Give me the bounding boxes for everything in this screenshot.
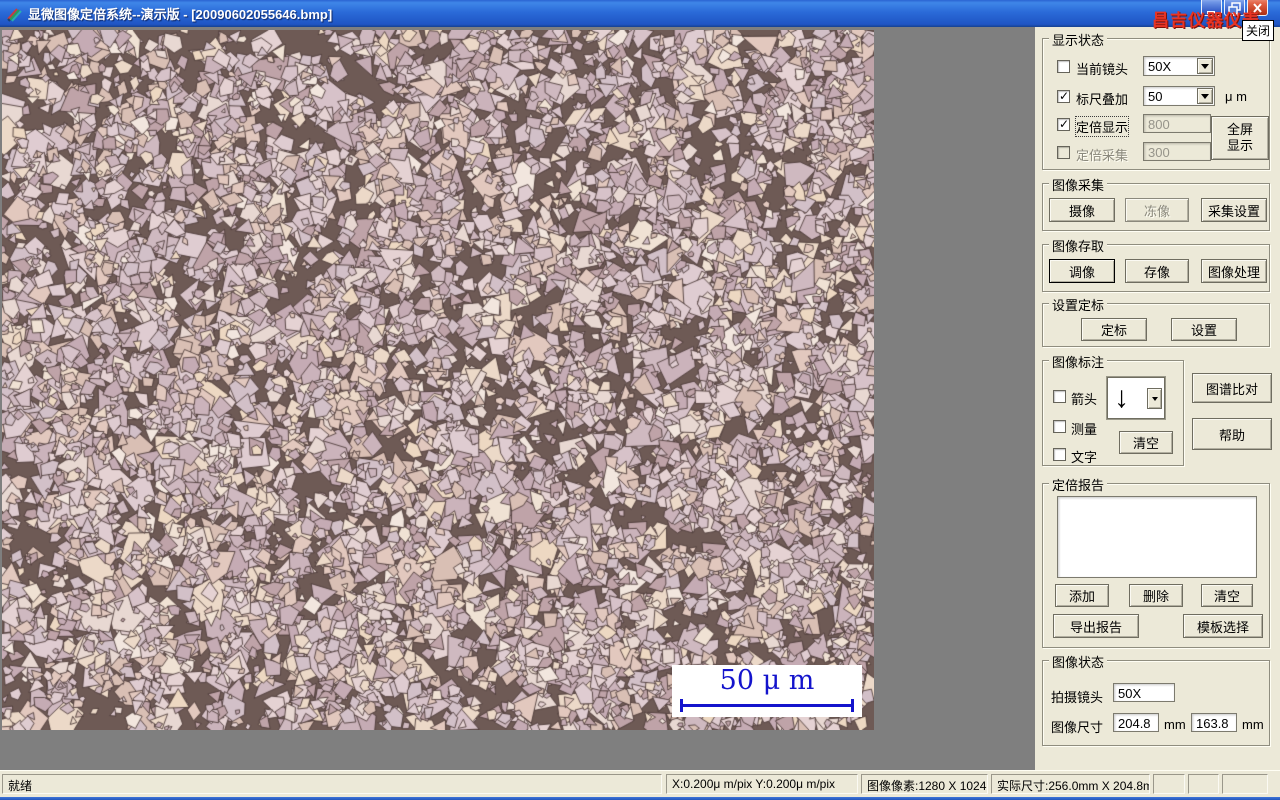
status-empty-panel: [1153, 774, 1185, 794]
height-value-input[interactable]: 163.8: [1191, 713, 1237, 732]
fixed-display-input: 800: [1143, 114, 1211, 133]
capture-settings-button[interactable]: 采集设置: [1201, 198, 1267, 222]
save-image-button[interactable]: 存像: [1125, 259, 1189, 283]
arrow-style-picker[interactable]: ↓: [1107, 377, 1165, 419]
image-process-button[interactable]: 图像处理: [1201, 259, 1267, 283]
help-button[interactable]: 帮助: [1192, 418, 1272, 450]
report-add-button[interactable]: 添加: [1055, 584, 1109, 607]
height-unit: mm: [1242, 717, 1264, 732]
group-image-storage: 图像存取 调像 存像 图像处理: [1042, 236, 1270, 292]
group-title: 图像状态: [1049, 652, 1108, 671]
scale-overlay-checkbox[interactable]: [1057, 89, 1070, 103]
scale-bar-label: 50 μ m: [719, 665, 815, 696]
app-icon: [7, 7, 22, 22]
down-arrow-icon: ↓: [1114, 381, 1129, 414]
width-unit: mm: [1164, 717, 1186, 732]
status-ready: 就绪: [2, 774, 662, 794]
group-calibration: 设置定标 定标 设置: [1042, 295, 1270, 347]
current-lens-checkbox[interactable]: [1057, 60, 1070, 73]
group-title: 图像采集: [1049, 175, 1108, 194]
template-select-button[interactable]: 模板选择: [1183, 614, 1263, 638]
image-viewport[interactable]: 50 μ m: [2, 30, 874, 730]
report-delete-button[interactable]: 删除: [1129, 584, 1183, 607]
app-window: 显微图像定倍系统--演示版 - [20090602055646.bmp] 昌吉仪…: [0, 0, 1280, 800]
group-annotation: 图像标注 箭头 ↓ 测量 清空 文字: [1042, 352, 1184, 466]
client-area: 50 μ m 显示状态 当前镜头 50X 标尺叠加 50: [0, 27, 1280, 770]
lens-value-input[interactable]: 50X: [1113, 683, 1175, 702]
status-empty-panel: [1222, 774, 1268, 794]
group-report: 定倍报告 添加 删除 清空 导出报告 模板选择: [1042, 475, 1270, 648]
close-tooltip: 关闭: [1242, 20, 1275, 41]
status-pixel-scale: X:0.200μ m/pix Y:0.200μ m/pix: [666, 774, 858, 794]
group-image-status: 图像状态 拍摄镜头 50X 图像尺寸 204.8 mm 163.8 mm: [1042, 652, 1270, 746]
micrograph-image[interactable]: [2, 30, 874, 730]
scale-bar-line: [680, 699, 854, 712]
current-lens-label[interactable]: 当前镜头: [1076, 59, 1128, 78]
current-lens-select[interactable]: 50X: [1143, 56, 1215, 76]
status-empty-panel: [1188, 774, 1219, 794]
text-label[interactable]: 文字: [1071, 447, 1097, 466]
dropdown-arrow-icon[interactable]: [1197, 58, 1213, 74]
status-image-pixels: 图像像素:1280 X 1024: [861, 774, 988, 794]
status-actual-size: 实际尺寸:256.0mm X 204.8mm: [991, 774, 1150, 794]
text-checkbox[interactable]: [1053, 448, 1066, 461]
measure-label[interactable]: 测量: [1071, 419, 1097, 438]
fullscreen-button[interactable]: 全屏 显示: [1211, 116, 1269, 160]
dropdown-arrow-icon[interactable]: [1197, 88, 1213, 104]
fixed-display-label[interactable]: 定倍显示: [1074, 116, 1130, 137]
group-title: 图像存取: [1049, 236, 1108, 255]
control-panel: 显示状态 当前镜头 50X 标尺叠加 50 μ m 定倍显示 800: [1035, 27, 1280, 770]
group-title: 图像标注: [1049, 352, 1108, 371]
report-clear-button[interactable]: 清空: [1201, 584, 1253, 607]
status-bar: 就绪 X:0.200μ m/pix Y:0.200μ m/pix 图像像素:12…: [0, 770, 1280, 797]
lens-label: 拍摄镜头: [1051, 690, 1104, 705]
clear-annotation-button[interactable]: 清空: [1119, 431, 1173, 454]
arrow-label[interactable]: 箭头: [1071, 389, 1097, 408]
freeze-button: 冻像: [1125, 198, 1189, 222]
calibration-settings-button[interactable]: 设置: [1171, 318, 1237, 341]
group-display-status: 显示状态 当前镜头 50X 标尺叠加 50 μ m 定倍显示 800: [1042, 30, 1270, 170]
atlas-compare-button[interactable]: 图谱比对: [1192, 373, 1272, 403]
load-image-button[interactable]: 调像: [1049, 259, 1115, 283]
scale-bar-overlay: 50 μ m: [672, 665, 862, 717]
fixed-capture-input: 300: [1143, 142, 1211, 161]
title-bar[interactable]: 显微图像定倍系统--演示版 - [20090602055646.bmp]: [0, 0, 1280, 27]
measure-checkbox[interactable]: [1053, 420, 1066, 433]
dropdown-arrow-icon[interactable]: [1147, 388, 1162, 409]
fixed-capture-label: 定倍采集: [1076, 148, 1129, 163]
group-title: 显示状态: [1049, 30, 1108, 49]
width-value-input[interactable]: 204.8: [1113, 713, 1159, 732]
export-report-button[interactable]: 导出报告: [1053, 614, 1139, 638]
fixed-capture-checkbox: [1057, 146, 1070, 159]
report-listbox[interactable]: [1057, 496, 1257, 578]
scale-overlay-select[interactable]: 50: [1143, 86, 1215, 106]
capture-button[interactable]: 摄像: [1049, 198, 1115, 222]
scale-overlay-unit: μ m: [1225, 89, 1247, 104]
group-title: 设置定标: [1049, 295, 1108, 314]
group-image-capture: 图像采集 摄像 冻像 采集设置: [1042, 175, 1270, 231]
group-title: 定倍报告: [1049, 475, 1108, 494]
fixed-display-checkbox[interactable]: [1057, 117, 1070, 131]
size-label: 图像尺寸: [1051, 720, 1104, 735]
calibrate-button[interactable]: 定标: [1081, 318, 1147, 341]
window-title: 显微图像定倍系统--演示版 - [20090602055646.bmp]: [28, 7, 333, 22]
scale-overlay-label[interactable]: 标尺叠加: [1076, 89, 1128, 108]
arrow-checkbox[interactable]: [1053, 390, 1066, 403]
